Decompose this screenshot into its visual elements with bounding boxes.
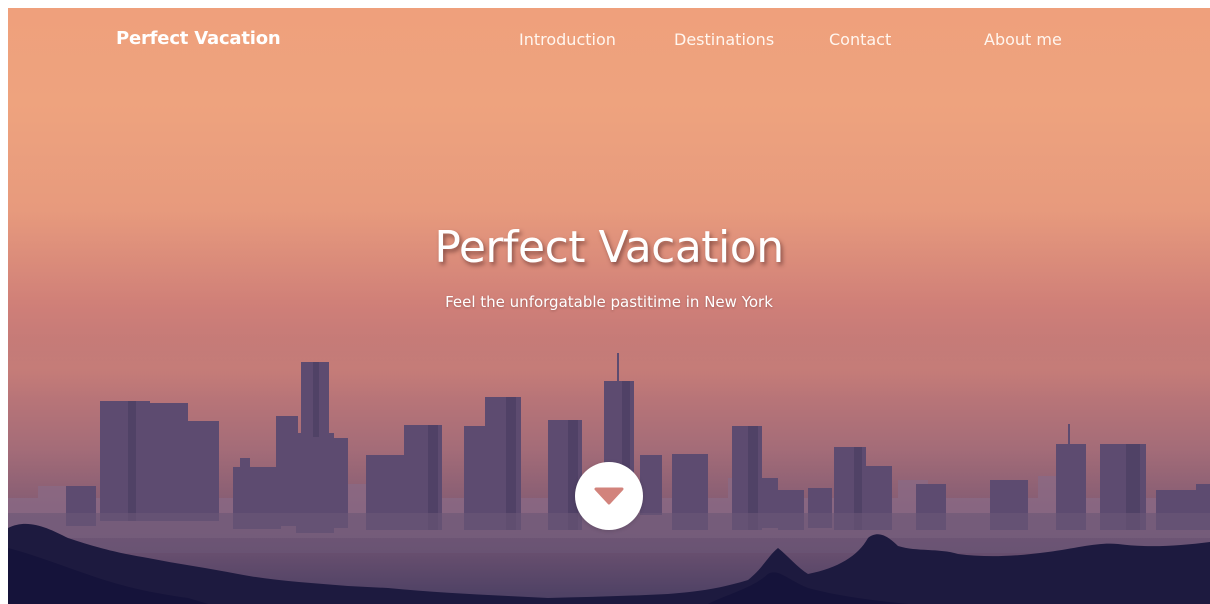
hero-section: Perfect Vacation Introduction Destinatio… [8,8,1210,604]
caret-down-icon [594,487,624,505]
nav-item-introduction[interactable]: Introduction [519,30,616,49]
nav-item-about-me[interactable]: About me [984,30,1062,49]
hero-title: Perfect Vacation [434,222,784,273]
scroll-down-button[interactable] [575,462,643,530]
nav-item-destinations[interactable]: Destinations [674,30,774,49]
top-navbar: Perfect Vacation Introduction Destinatio… [8,8,1210,70]
nav-item-contact[interactable]: Contact [829,30,891,49]
brand-logo-link[interactable]: Perfect Vacation [116,28,281,49]
hero-subtitle: Feel the unforgatable pastitime in New Y… [445,293,773,311]
